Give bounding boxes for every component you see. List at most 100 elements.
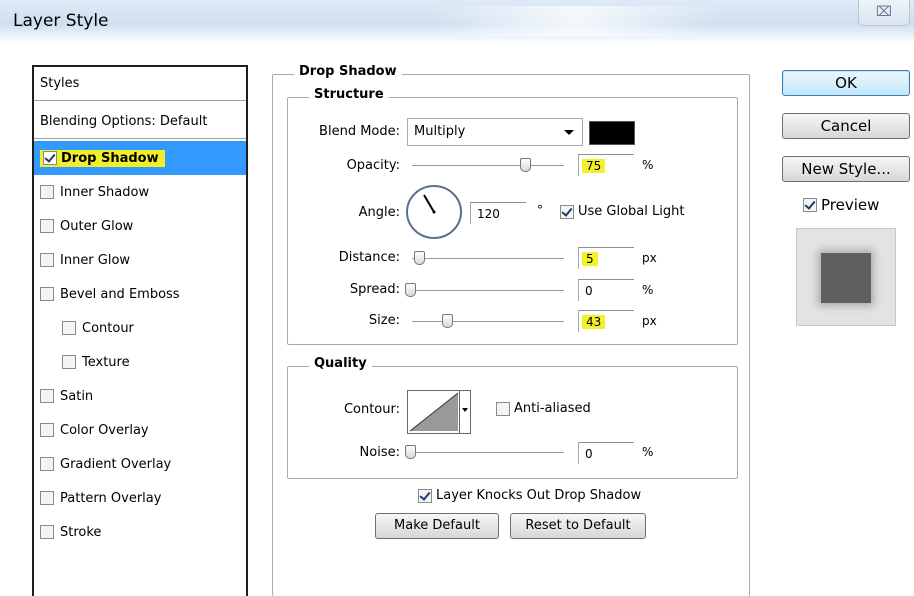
preview-thumbnail xyxy=(796,228,896,326)
distance-slider[interactable] xyxy=(412,258,564,259)
blend-mode-label: Blend Mode: xyxy=(319,124,400,139)
size-label: Size: xyxy=(368,313,400,328)
preview-label: Preview xyxy=(821,196,880,214)
angle-input[interactable]: 120 xyxy=(470,202,526,224)
size-input[interactable]: 43 xyxy=(578,310,634,332)
size-unit: px xyxy=(642,314,657,328)
style-item-color-overlay[interactable]: Color Overlay xyxy=(34,413,246,447)
style-item-checkbox[interactable] xyxy=(40,525,54,539)
layer-knocks-out-checkbox[interactable]: Layer Knocks Out Drop Shadow xyxy=(418,488,641,503)
style-item-label: Outer Glow xyxy=(60,218,134,234)
angle-dial[interactable] xyxy=(404,184,464,240)
quality-title: Quality xyxy=(309,356,372,371)
preview-checkbox[interactable]: Preview xyxy=(803,196,879,214)
opacity-unit: % xyxy=(642,158,654,172)
style-item-label: Inner Glow xyxy=(60,252,131,268)
style-item-checkbox[interactable] xyxy=(40,389,54,403)
size-slider-thumb[interactable] xyxy=(442,314,453,328)
style-item-checkbox[interactable] xyxy=(40,219,54,233)
spread-input[interactable]: 0 xyxy=(578,279,634,301)
style-item-stroke[interactable]: Stroke xyxy=(34,515,246,549)
angle-label: Angle: xyxy=(358,205,400,220)
noise-unit: % xyxy=(642,445,654,459)
window-title: Layer Style xyxy=(13,11,109,31)
style-item-label: Satin xyxy=(60,388,94,404)
style-item-outer-glow[interactable]: Outer Glow xyxy=(34,209,246,243)
noise-slider[interactable] xyxy=(412,452,564,453)
close-button[interactable]: ⌧ xyxy=(858,0,910,26)
anti-aliased-checkbox[interactable]: Anti-aliased xyxy=(496,401,591,416)
preview-shape xyxy=(821,253,871,303)
style-item-inner-glow[interactable]: Inner Glow xyxy=(34,243,246,277)
style-item-label: Contour xyxy=(82,320,134,336)
spread-slider-thumb[interactable] xyxy=(405,283,416,297)
style-item-contour[interactable]: Contour xyxy=(34,311,246,345)
opacity-slider-thumb[interactable] xyxy=(520,158,531,172)
style-item-label: Texture xyxy=(82,354,130,370)
style-item-inner-shadow[interactable]: Inner Shadow xyxy=(34,175,246,209)
style-item-bevel-and-emboss[interactable]: Bevel and Emboss xyxy=(34,277,246,311)
cancel-button[interactable]: Cancel xyxy=(782,113,910,139)
new-style-button[interactable]: New Style... xyxy=(782,156,910,182)
style-item-checkbox[interactable] xyxy=(40,423,54,437)
style-item-checkbox[interactable] xyxy=(40,491,54,505)
title-bar: Layer Style ⌧ xyxy=(0,0,914,44)
style-item-label: Pattern Overlay xyxy=(60,490,162,506)
shadow-color-swatch[interactable] xyxy=(589,121,635,145)
ok-button[interactable]: OK xyxy=(782,70,910,96)
style-item-label: Inner Shadow xyxy=(60,184,150,200)
drop-shadow-title: Drop Shadow xyxy=(294,64,402,79)
blend-mode-value: Multiply xyxy=(414,124,466,139)
style-item-gradient-overlay[interactable]: Gradient Overlay xyxy=(34,447,246,481)
style-item-checkbox[interactable] xyxy=(40,287,54,301)
style-item-label: Bevel and Emboss xyxy=(60,286,180,302)
chevron-down-icon xyxy=(564,130,574,135)
make-default-button[interactable]: Make Default xyxy=(375,513,499,539)
size-slider[interactable] xyxy=(412,321,564,322)
style-item-checkbox[interactable] xyxy=(62,321,76,335)
noise-label: Noise: xyxy=(359,445,400,460)
style-item-pattern-overlay[interactable]: Pattern Overlay xyxy=(34,481,246,515)
style-item-label: Color Overlay xyxy=(60,422,149,438)
style-item-checkbox[interactable] xyxy=(43,151,57,165)
use-global-light-checkbox[interactable]: Use Global Light xyxy=(560,204,684,219)
preview-check-icon[interactable] xyxy=(803,198,817,212)
contour-dropdown-arrow[interactable] xyxy=(459,391,470,433)
style-item-checkbox[interactable] xyxy=(40,185,54,199)
blending-options-item[interactable]: Blending Options: Default xyxy=(34,105,246,139)
opacity-slider[interactable] xyxy=(412,165,564,166)
layer-knocks-out-label: Layer Knocks Out Drop Shadow xyxy=(436,488,642,503)
title-bar-glow xyxy=(430,6,720,36)
distance-input[interactable]: 5 xyxy=(578,247,634,269)
styles-list: Styles Blending Options: Default Drop Sh… xyxy=(32,65,248,596)
reset-to-default-button[interactable]: Reset to Default xyxy=(510,513,646,539)
noise-input[interactable]: 0 xyxy=(578,442,634,464)
style-item-checkbox[interactable] xyxy=(40,253,54,267)
angle-unit: ° xyxy=(537,203,543,217)
style-item-label: Gradient Overlay xyxy=(60,456,172,472)
style-item-label: Stroke xyxy=(60,524,102,540)
distance-slider-thumb[interactable] xyxy=(414,251,425,265)
blend-mode-select[interactable]: Multiply xyxy=(407,118,583,146)
contour-label: Contour: xyxy=(343,402,400,417)
style-item-checkbox[interactable] xyxy=(40,457,54,471)
styles-header[interactable]: Styles xyxy=(34,67,246,101)
spread-label: Spread: xyxy=(349,282,400,297)
spread-slider[interactable] xyxy=(412,290,564,291)
layer-knocks-out-check-icon[interactable] xyxy=(418,488,432,503)
style-item-checkbox[interactable] xyxy=(62,355,76,369)
noise-slider-thumb[interactable] xyxy=(405,445,416,459)
selected-item-highlight: Drop Shadow xyxy=(40,149,165,167)
contour-picker[interactable] xyxy=(407,390,471,434)
style-item-label: Drop Shadow xyxy=(61,150,159,166)
style-item-satin[interactable]: Satin xyxy=(34,379,246,413)
use-global-light-check-icon[interactable] xyxy=(560,204,574,219)
opacity-input[interactable]: 75 xyxy=(578,154,634,176)
use-global-light-label: Use Global Light xyxy=(578,204,685,219)
style-item-texture[interactable]: Texture xyxy=(34,345,246,379)
spread-unit: % xyxy=(642,283,654,297)
anti-aliased-label: Anti-aliased xyxy=(514,401,591,416)
anti-aliased-check-icon[interactable] xyxy=(496,401,510,416)
structure-title: Structure xyxy=(309,87,389,102)
style-item-drop-shadow[interactable]: Drop Shadow xyxy=(34,141,246,175)
